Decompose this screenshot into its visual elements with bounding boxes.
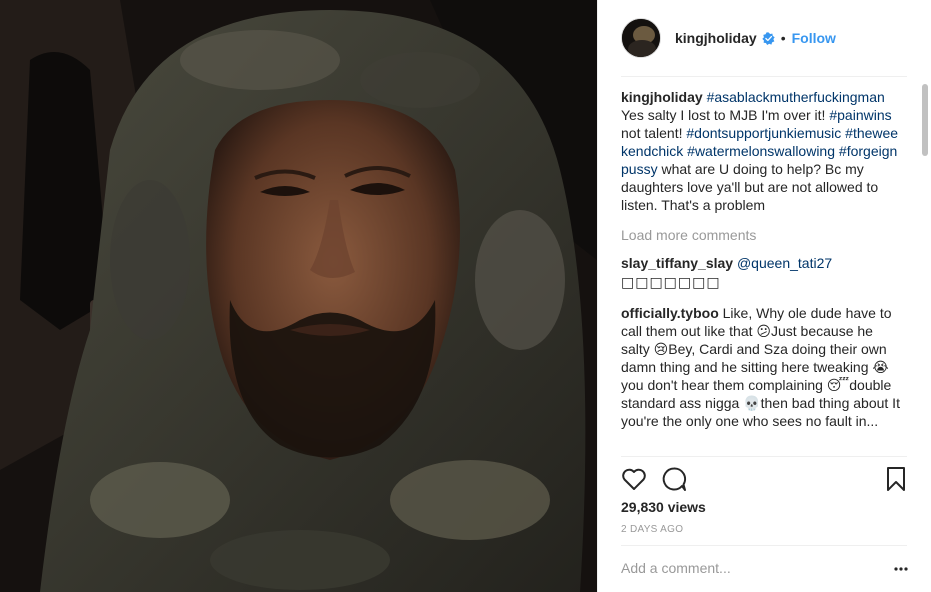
add-comment-input[interactable] xyxy=(621,560,871,576)
post-photo-illustration xyxy=(0,0,597,592)
divider xyxy=(621,76,907,77)
hashtag-link[interactable]: #asablackmutherfuckingman xyxy=(707,89,885,105)
more-dots-icon[interactable] xyxy=(893,564,909,574)
comment-username[interactable]: slay_tiffany_slay xyxy=(621,255,733,271)
mention-link[interactable]: @queen_tati27 xyxy=(737,255,832,271)
comments-list: kingjholiday #asablackmutherfuckingman Y… xyxy=(621,88,903,454)
hashtag-link[interactable]: #watermelonswallowing xyxy=(687,143,835,159)
comment-item: slay_tiffany_slay @queen_tati27 □□□□□□□ xyxy=(621,254,903,292)
verified-badge-icon xyxy=(762,31,775,45)
caption-text: not talent! xyxy=(621,125,687,141)
header-username[interactable]: kingjholiday xyxy=(675,30,757,46)
comment-text: □□□□□□□ xyxy=(621,275,721,291)
load-more-comments-button[interactable]: Load more comments xyxy=(621,226,903,244)
caption-username[interactable]: kingjholiday xyxy=(621,89,703,105)
divider xyxy=(621,456,907,457)
comments-scrollbar[interactable] xyxy=(922,84,928,156)
avatar[interactable] xyxy=(621,18,661,58)
header-separator: • xyxy=(780,30,786,46)
action-bar xyxy=(621,464,907,494)
bookmark-icon[interactable] xyxy=(883,466,909,492)
post-header: kingjholiday • Follow xyxy=(621,16,907,60)
comment-bubble-icon[interactable] xyxy=(661,466,687,492)
post-photo[interactable] xyxy=(0,0,597,592)
divider xyxy=(621,545,907,546)
post-caption: kingjholiday #asablackmutherfuckingman Y… xyxy=(621,88,903,214)
caption-text: Yes salty I lost to MJB I'm over it! xyxy=(621,107,830,123)
hashtag-link[interactable]: #painwins xyxy=(829,107,891,123)
comment-text: Like, Why ole dude have to call them out… xyxy=(621,305,900,429)
caption-text: what are U doing to help? Bc my daughter… xyxy=(621,161,879,213)
follow-button[interactable]: Follow xyxy=(792,30,836,46)
post-timestamp[interactable]: 2 DAYS AGO xyxy=(621,524,683,535)
heart-icon[interactable] xyxy=(621,466,647,492)
comment-item: officially.tyboo Like, Why ole dude have… xyxy=(621,304,903,430)
view-count[interactable]: 29,830 views xyxy=(621,499,706,515)
hashtag-link[interactable]: #dontsupportjunkiemusic xyxy=(686,125,841,141)
comment-username[interactable]: officially.tyboo xyxy=(621,305,719,321)
